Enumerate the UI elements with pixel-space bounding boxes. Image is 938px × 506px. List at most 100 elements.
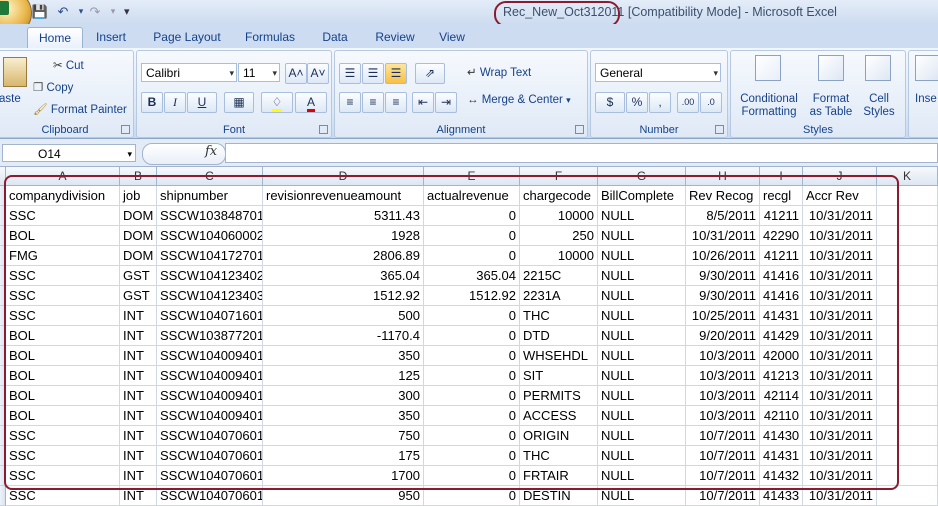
table-cell[interactable]: 42110 xyxy=(760,406,803,426)
header-cell[interactable]: Accr Rev xyxy=(803,186,877,206)
table-cell[interactable]: 10/31/2011 xyxy=(803,486,877,506)
borders-button[interactable]: ▦ xyxy=(224,92,254,113)
column-header-j[interactable]: J xyxy=(803,167,877,186)
table-cell[interactable] xyxy=(877,266,938,286)
column-header-f[interactable]: F xyxy=(520,167,598,186)
align-middle-button[interactable]: ☰ xyxy=(362,63,384,84)
table-cell[interactable]: 10/3/2011 xyxy=(686,366,760,386)
table-cell[interactable]: 10/7/2011 xyxy=(686,426,760,446)
table-cell[interactable]: SSCW104070601 xyxy=(157,426,263,446)
paste-button[interactable]: aste xyxy=(0,93,21,105)
tab-review[interactable]: Review xyxy=(368,27,422,48)
table-cell[interactable]: 0 xyxy=(424,206,520,226)
column-header-g[interactable]: G xyxy=(598,167,686,186)
table-cell[interactable]: DOM xyxy=(120,206,157,226)
table-cell[interactable]: BOL xyxy=(6,346,120,366)
header-cell[interactable]: BillComplete xyxy=(598,186,686,206)
table-cell[interactable]: SSC xyxy=(6,266,120,286)
table-cell[interactable]: SSCW104070601 xyxy=(157,446,263,466)
format-as-table-button[interactable]: Format as Table xyxy=(805,93,857,119)
align-right-button[interactable]: ≡ xyxy=(385,92,407,113)
table-cell[interactable]: 950 xyxy=(263,486,424,506)
column-header-c[interactable]: C xyxy=(157,167,263,186)
table-cell[interactable]: 2215C xyxy=(520,266,598,286)
table-cell[interactable]: 41431 xyxy=(760,446,803,466)
table-cell[interactable] xyxy=(877,206,938,226)
table-cell[interactable]: 10/31/2011 xyxy=(803,246,877,266)
table-cell[interactable]: -1170.4 xyxy=(263,326,424,346)
table-cell[interactable]: 250 xyxy=(520,226,598,246)
table-cell[interactable]: 41416 xyxy=(760,266,803,286)
table-cell[interactable]: NULL xyxy=(598,366,686,386)
table-cell[interactable]: 0 xyxy=(424,386,520,406)
paste-icon[interactable] xyxy=(3,57,27,87)
insert-cells-button[interactable]: Inse xyxy=(915,93,937,105)
table-cell[interactable]: SSCW104009401 xyxy=(157,366,263,386)
table-cell[interactable]: SSCW104070601 xyxy=(157,486,263,506)
table-cell[interactable]: 0 xyxy=(424,326,520,346)
table-cell[interactable]: 42114 xyxy=(760,386,803,406)
table-cell[interactable]: SSCW104172701 xyxy=(157,246,263,266)
table-cell[interactable]: GST xyxy=(120,266,157,286)
customize-qat-button[interactable]: ▾ xyxy=(124,5,130,18)
table-cell[interactable]: 0 xyxy=(424,486,520,506)
table-cell[interactable]: ORIGIN xyxy=(520,426,598,446)
table-cell[interactable]: 0 xyxy=(424,406,520,426)
tab-page-layout[interactable]: Page Layout xyxy=(146,27,228,48)
table-cell[interactable]: NULL xyxy=(598,246,686,266)
table-cell[interactable]: SSC xyxy=(6,486,120,506)
table-cell[interactable]: 1928 xyxy=(263,226,424,246)
table-cell[interactable]: SSCW104009401 xyxy=(157,346,263,366)
table-cell[interactable]: WHSEHDL xyxy=(520,346,598,366)
table-cell[interactable]: SSCW104060002 xyxy=(157,226,263,246)
merge-center-button[interactable]: ↔ Merge & Center ▾ xyxy=(467,94,571,106)
header-cell[interactable]: companydivision xyxy=(6,186,120,206)
table-cell[interactable]: NULL xyxy=(598,266,686,286)
table-cell[interactable]: 10/31/2011 xyxy=(803,426,877,446)
table-cell[interactable]: 41213 xyxy=(760,366,803,386)
table-cell[interactable]: BOL xyxy=(6,366,120,386)
shrink-font-button[interactable]: A˅ xyxy=(307,63,329,84)
table-cell[interactable]: 10/7/2011 xyxy=(686,486,760,506)
table-cell[interactable]: 10/31/2011 xyxy=(803,206,877,226)
table-cell[interactable]: 300 xyxy=(263,386,424,406)
table-cell[interactable]: SSCW103848701 xyxy=(157,206,263,226)
table-cell[interactable]: 10/31/2011 xyxy=(803,406,877,426)
table-cell[interactable]: 125 xyxy=(263,366,424,386)
column-header-d[interactable]: D xyxy=(263,167,424,186)
table-cell[interactable]: 41432 xyxy=(760,466,803,486)
table-cell[interactable]: 10/31/2011 xyxy=(803,306,877,326)
header-cell[interactable]: revisionrevenueamount xyxy=(263,186,424,206)
table-cell[interactable]: SSCW104123402 xyxy=(157,266,263,286)
table-cell[interactable]: SSCW104009401 xyxy=(157,406,263,426)
table-cell[interactable]: SSC xyxy=(6,466,120,486)
chevron-down-icon[interactable]: ▾ xyxy=(127,145,132,163)
table-cell[interactable]: 10/3/2011 xyxy=(686,386,760,406)
table-cell[interactable]: 0 xyxy=(424,226,520,246)
table-cell[interactable]: 10/31/2011 xyxy=(686,226,760,246)
table-cell[interactable]: 41211 xyxy=(760,246,803,266)
table-cell[interactable] xyxy=(877,366,938,386)
table-cell[interactable]: SSCW104009401 xyxy=(157,386,263,406)
table-cell[interactable]: 10/3/2011 xyxy=(686,406,760,426)
column-header-e[interactable]: E xyxy=(424,167,520,186)
table-cell[interactable]: 0 xyxy=(424,446,520,466)
table-cell[interactable]: 10/31/2011 xyxy=(803,266,877,286)
table-cell[interactable]: 41416 xyxy=(760,286,803,306)
font-size-combo[interactable]: 11 ▾ xyxy=(238,63,280,82)
table-cell[interactable]: NULL xyxy=(598,286,686,306)
header-cell[interactable]: actualrevenue xyxy=(424,186,520,206)
table-cell[interactable]: NULL xyxy=(598,306,686,326)
table-cell[interactable]: NULL xyxy=(598,466,686,486)
table-cell[interactable]: BOL xyxy=(6,326,120,346)
table-cell[interactable]: 8/5/2011 xyxy=(686,206,760,226)
table-cell[interactable]: 750 xyxy=(263,426,424,446)
table-cell[interactable]: 365.04 xyxy=(263,266,424,286)
percent-button[interactable]: % xyxy=(626,92,648,113)
table-cell[interactable]: INT xyxy=(120,366,157,386)
table-cell[interactable]: 42290 xyxy=(760,226,803,246)
header-cell[interactable]: chargecode xyxy=(520,186,598,206)
header-cell[interactable]: shipnumber xyxy=(157,186,263,206)
formula-input[interactable] xyxy=(225,143,938,163)
table-cell[interactable]: 1512.92 xyxy=(263,286,424,306)
